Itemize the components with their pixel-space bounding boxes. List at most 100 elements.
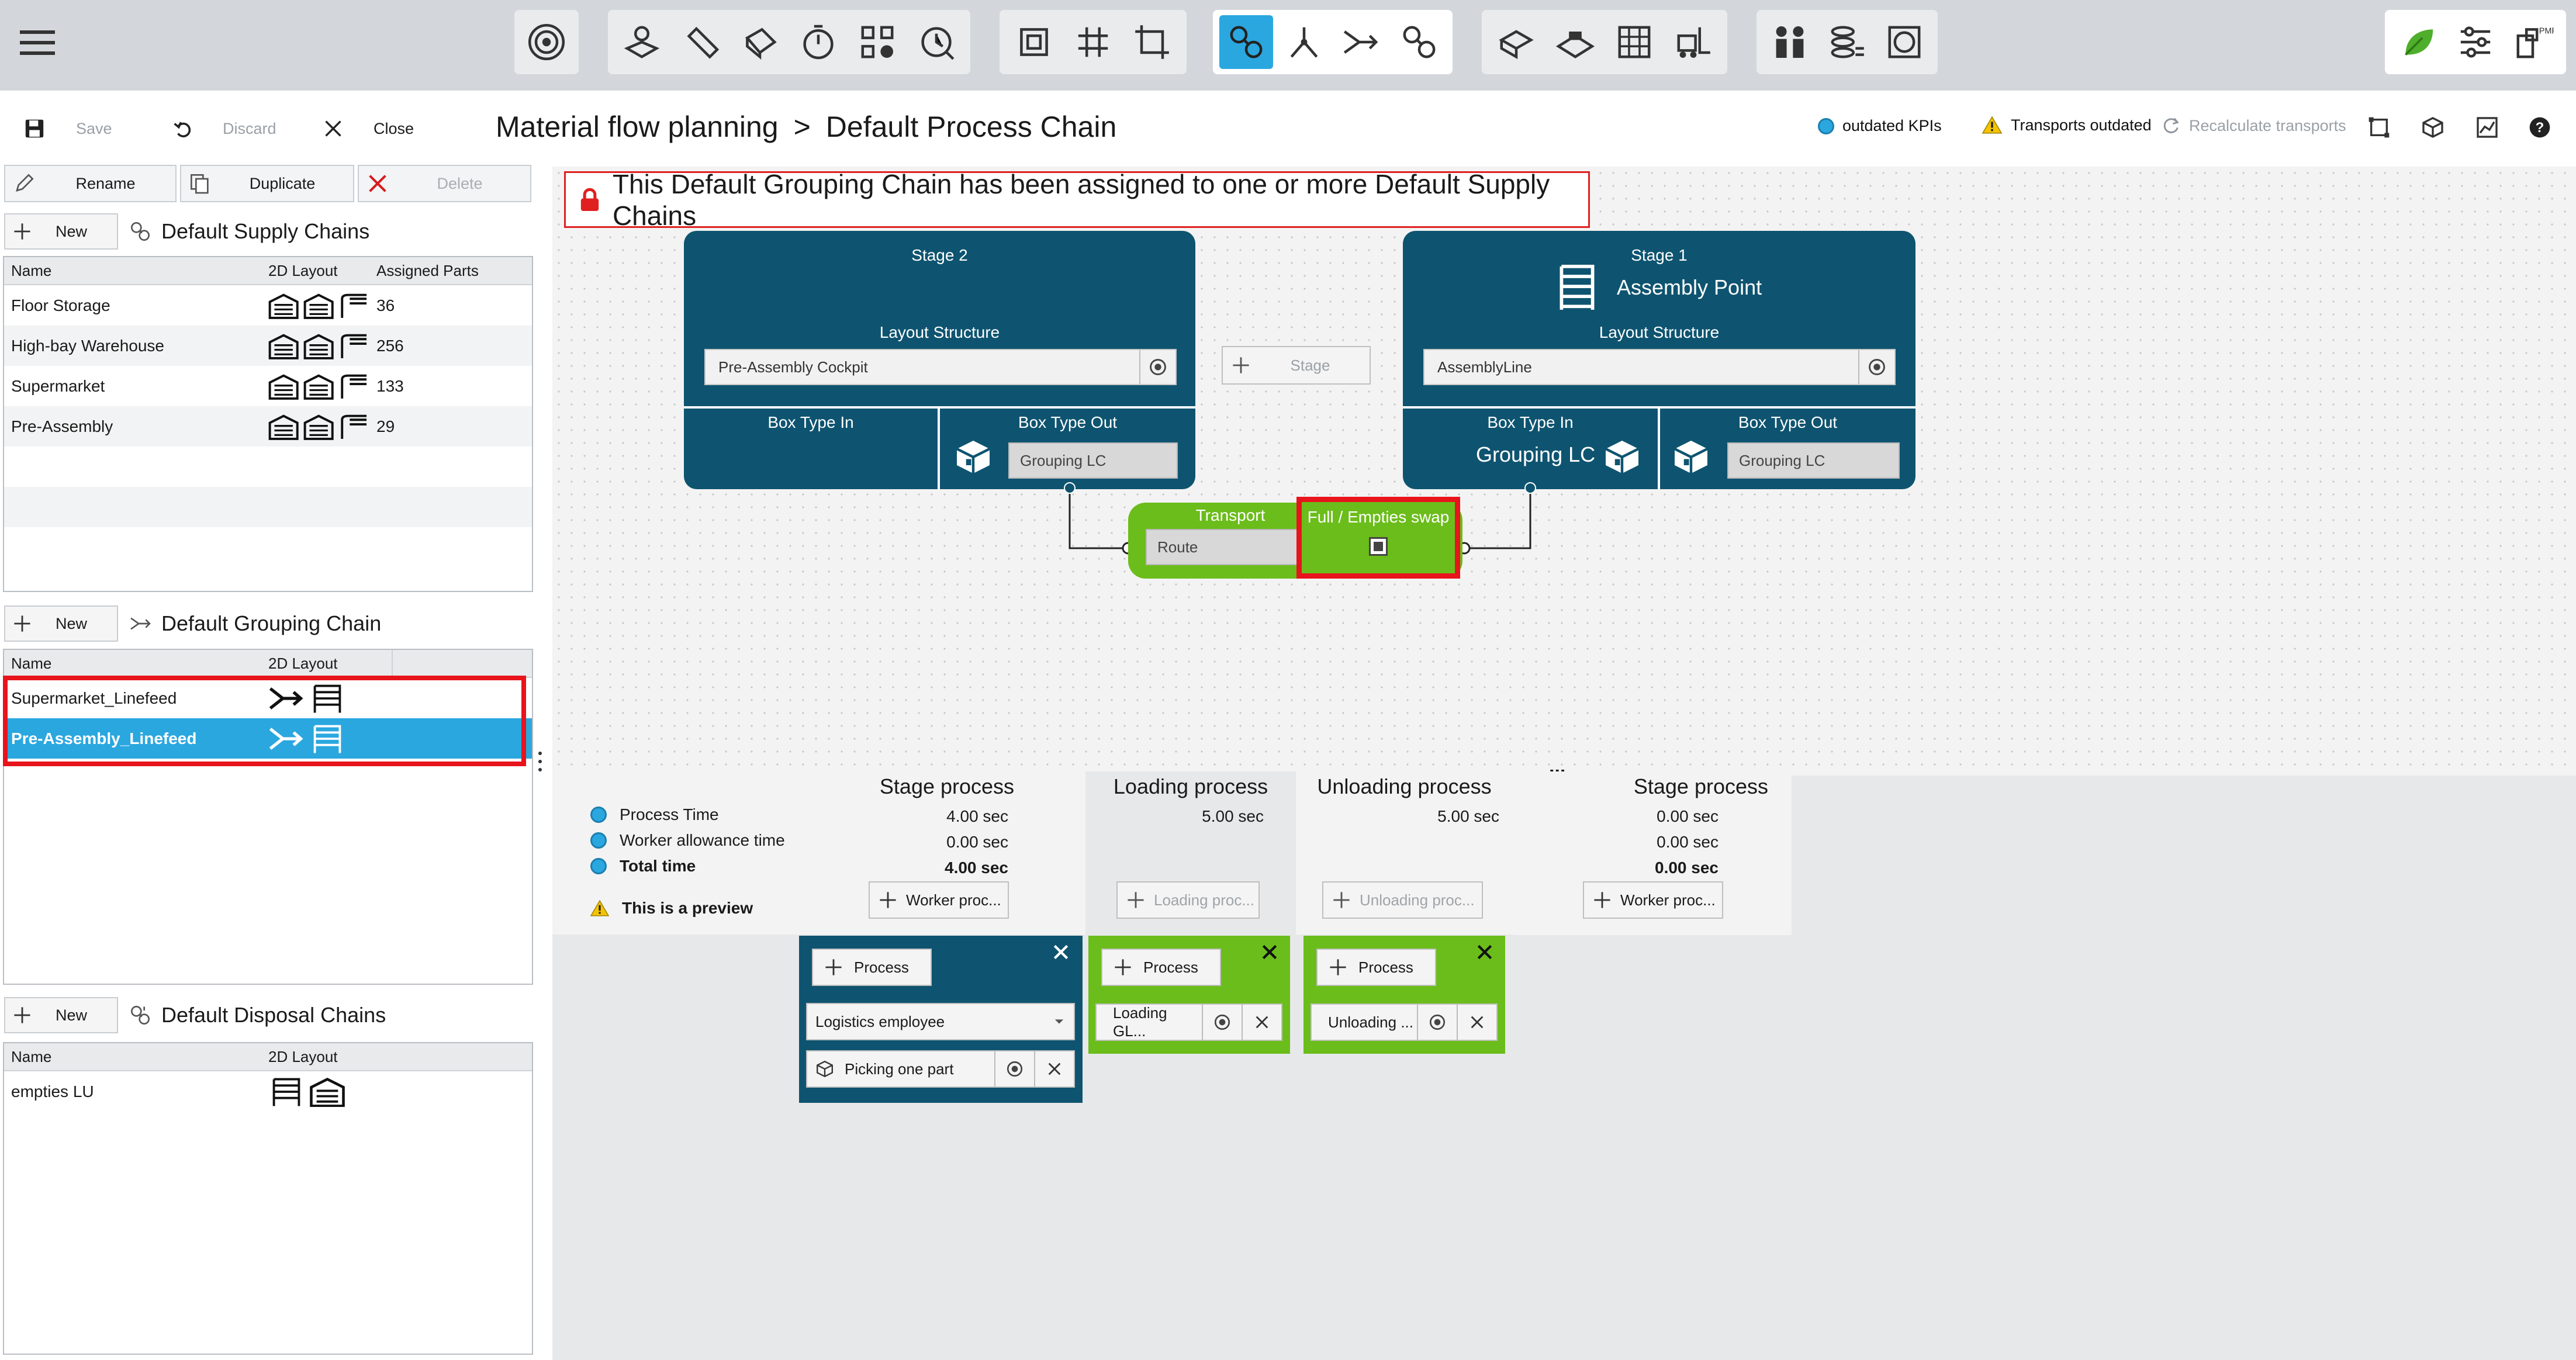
remove-icon[interactable] [1034,1051,1074,1086]
delete-x-icon [369,175,386,192]
add-stage-label: Stage [1290,356,1330,374]
stage-1-card[interactable]: Stage 1 Assembly Point Layout Structure … [1403,231,1915,489]
recalculate-transports-label: Recalculate transports [2189,116,2346,134]
help-icon[interactable]: ? [2528,116,2551,139]
process-item[interactable]: Loading GL... [1095,1003,1282,1041]
duplicate-button[interactable]: Duplicate [180,165,354,202]
close-card-icon[interactable] [1475,943,1494,961]
metric-label: Total time [620,857,696,875]
frame-view-icon[interactable] [2367,116,2391,139]
table-row[interactable]: Pre-Assembly 29 [4,406,532,447]
layout-structure-field[interactable]: Pre-Assembly Cockpit [704,349,1177,385]
layout-frame-icon[interactable] [1007,15,1061,69]
remove-icon[interactable] [1457,1005,1496,1040]
metric-label: Worker allowance time [620,831,785,849]
outdated-kpis-status[interactable]: outdated KPIs [1818,117,1942,135]
worker-process-button[interactable]: Worker proc... [869,881,1009,919]
box-type-out-select[interactable]: Grouping LC [1008,442,1178,479]
info-dot-icon [590,858,607,874]
target-icon[interactable] [520,15,573,69]
unloading-process-button[interactable]: Unloading proc... [1322,881,1483,919]
recalculate-transports-button[interactable]: Recalculate transports [2161,116,2346,136]
ruler-icon[interactable] [674,15,728,69]
empty-row [4,447,532,487]
branch-icon[interactable] [1277,15,1331,69]
supply-chains-title: Default Supply Chains [161,219,370,243]
rename-button[interactable]: Rename [4,165,177,202]
shelf-icon[interactable] [1607,15,1661,69]
forklift-box-icon[interactable] [1489,15,1543,69]
stage-2-card[interactable]: Stage 2 Layout Structure Pre-Assembly Co… [684,231,1195,489]
target-settings-icon[interactable] [994,1051,1034,1086]
box-edit-icon[interactable] [615,15,669,69]
hamburger-menu-icon[interactable] [20,28,55,57]
discard-label: Discard [223,119,276,137]
shelf-gate-icon [340,293,366,318]
breadcrumb-separator: > [793,110,811,143]
gauge-icon[interactable] [1877,15,1931,69]
time-cycle-icon[interactable] [910,15,963,69]
process-item[interactable]: Unloading ... [1311,1003,1498,1041]
layout-structure-field[interactable]: AssemblyLine [1423,349,1896,385]
conveyor-icon[interactable] [1548,15,1602,69]
add-process-button[interactable]: Process [1316,949,1436,986]
target-settings-icon[interactable] [1417,1005,1457,1040]
leaf-icon[interactable] [2391,15,2445,69]
save-button[interactable]: Save [23,114,112,143]
chart-view-icon[interactable] [2475,116,2499,139]
crop-icon[interactable] [1125,15,1179,69]
warning-icon [1982,116,2003,134]
grid-gear-icon[interactable] [850,15,904,69]
merge-arrow-icon[interactable] [1334,15,1388,69]
role-select[interactable]: Logistics employee [806,1003,1075,1040]
layout-icons [261,1077,345,1107]
target-settings-icon[interactable] [1202,1005,1242,1040]
timer-icon[interactable] [791,15,845,69]
pmf-icon[interactable]: PMF [2506,15,2560,69]
splitter-handle[interactable] [538,750,542,773]
route-select[interactable]: Route [1146,529,1298,565]
full-empties-swap-checkbox[interactable] [1369,537,1388,556]
empty-row [4,839,532,880]
box-type-out-select[interactable]: Grouping LC [1727,442,1900,479]
discard-button[interactable]: Discard [172,114,276,143]
link-chain-alt-icon[interactable] [1392,15,1446,69]
table-row[interactable]: Floor Storage 36 [4,285,532,326]
target-settings-icon[interactable] [1858,350,1894,384]
table-row[interactable]: empties LU [4,1071,532,1112]
close-button[interactable]: Close [323,114,414,143]
button-label: Process [854,958,909,976]
people-icon[interactable] [1763,15,1817,69]
breadcrumb-root[interactable]: Material flow planning [496,110,779,144]
cube-view-icon[interactable] [2421,116,2444,139]
close-card-icon[interactable] [1260,943,1279,961]
table-row[interactable]: Supermarket 133 [4,366,532,406]
process-item[interactable]: Picking one part [806,1050,1075,1088]
empty-row [4,1112,532,1152]
value: 4.00 sec [946,807,1008,825]
new-grouping-chain-button[interactable]: New [4,605,118,642]
delete-button[interactable]: Delete [358,165,531,202]
stack-coins-icon[interactable] [1820,15,1874,69]
process-item-label: Loading GL... [1113,1004,1167,1040]
loading-process-button[interactable]: Loading proc... [1116,881,1260,919]
worker-process-button[interactable]: Worker proc... [1583,881,1723,919]
sliders-icon[interactable] [2449,15,2502,69]
col-parts-header: Assigned Parts [376,261,479,279]
close-card-icon[interactable] [1052,943,1070,961]
add-process-button[interactable]: Process [1101,949,1221,986]
remove-icon[interactable] [1242,1005,1281,1040]
table-row[interactable]: High-bay Warehouse 256 [4,326,532,366]
forklift-icon[interactable] [1666,15,1720,69]
empty-row [4,799,532,839]
add-stage-button[interactable]: Stage [1222,346,1371,385]
shelf-gate-icon [340,334,366,358]
add-process-button[interactable]: Process [812,949,932,986]
grid-icon[interactable] [1066,15,1120,69]
new-supply-chain-button[interactable]: New [4,213,118,250]
link-icon [131,222,150,241]
new-disposal-chain-button[interactable]: New [4,997,118,1033]
link-chain-icon[interactable] [1219,15,1274,69]
box-tilt-icon[interactable] [733,15,787,69]
target-settings-icon[interactable] [1139,350,1175,384]
